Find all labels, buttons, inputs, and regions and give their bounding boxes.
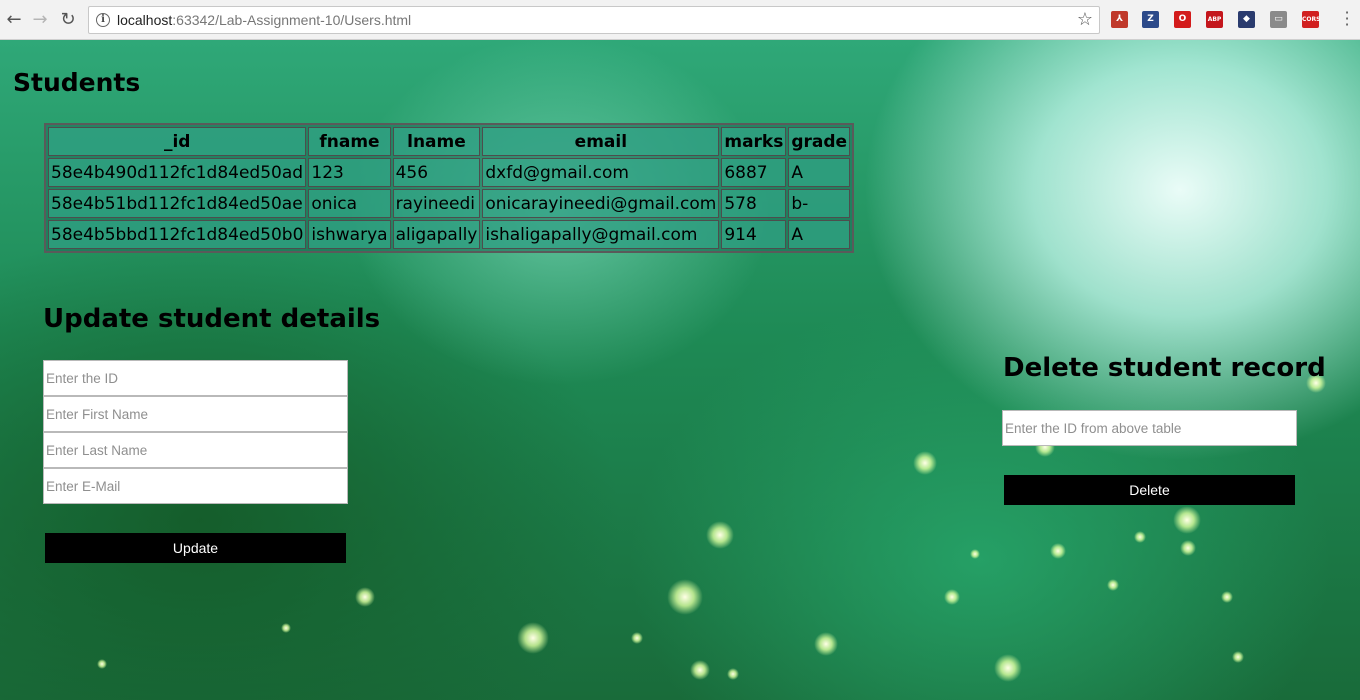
table-cell-lname: aligapally — [392, 220, 481, 249]
update-button[interactable]: Update — [45, 533, 346, 563]
cors-icon[interactable]: CORS — [1302, 11, 1320, 28]
table-cell-marks: 6887 — [721, 158, 787, 187]
sparkle — [944, 589, 960, 605]
column-header-fname: fname — [308, 127, 391, 156]
sparkle — [1221, 591, 1233, 603]
sparkle — [1050, 543, 1066, 559]
back-arrow-icon[interactable]: ← — [2, 8, 26, 32]
students-table: _id fname lname email marks grade 58e4b490d11… — [44, 123, 855, 253]
sparkle — [994, 654, 1022, 682]
update-last-name-input[interactable] — [43, 432, 348, 468]
column-header-marks: marks — [721, 127, 787, 156]
update-email-input[interactable] — [43, 468, 348, 504]
table-cell-fname: onica — [308, 189, 391, 218]
address-url[interactable]: localhost:63342/Lab-Assignment-10/Users.… — [117, 12, 411, 28]
column-header-grade: grade — [788, 127, 851, 156]
delete-heading: Delete student record — [1003, 353, 1326, 383]
table-row: 58e4b490d112fc1d84ed50ad 123 456 dxfd@gmail… — [48, 158, 851, 187]
update-id-input[interactable] — [43, 360, 348, 396]
sparkle — [1173, 506, 1201, 534]
table-cell-fname: 123 — [308, 158, 391, 187]
sparkle — [970, 549, 980, 559]
table-cell-lname: 456 — [392, 158, 481, 187]
url-host: localhost — [117, 12, 173, 28]
update-first-name-input[interactable] — [43, 396, 348, 432]
delete-button[interactable]: Delete — [1004, 475, 1295, 505]
sparkle — [1134, 531, 1146, 543]
students-heading: Students — [13, 68, 141, 97]
sparkle — [814, 632, 838, 656]
delete-id-input[interactable] — [1002, 410, 1297, 446]
table-cell-id: 58e4b51bd112fc1d84ed50ae — [48, 189, 307, 218]
column-header-id: _id — [48, 127, 307, 156]
page-content: Students _id fname lname email marks grade 58… — [0, 40, 1360, 700]
table-cell-id: 58e4b490d112fc1d84ed50ad — [48, 158, 307, 187]
sparkle — [1180, 540, 1196, 556]
column-header-email: email — [482, 127, 720, 156]
forward-arrow-icon[interactable]: → — [28, 8, 52, 32]
adblock-plus-icon[interactable]: ABP — [1206, 11, 1223, 28]
table-cell-id: 58e4b5bbd112fc1d84ed50b0 — [48, 220, 307, 249]
table-cell-email: dxfd@gmail.com — [482, 158, 720, 187]
table-cell-grade: A — [788, 158, 851, 187]
sparkle — [517, 622, 549, 654]
sparkle — [281, 623, 291, 633]
opera-icon[interactable]: O — [1174, 11, 1191, 28]
update-heading: Update student details — [43, 304, 381, 334]
table-cell-grade: A — [788, 220, 851, 249]
sparkle — [727, 668, 739, 680]
acrobat-icon[interactable]: ⅄ — [1111, 11, 1128, 28]
table-cell-marks: 578 — [721, 189, 787, 218]
column-header-lname: lname — [392, 127, 481, 156]
table-cell-fname: ishwarya — [308, 220, 391, 249]
url-path: :63342/Lab-Assignment-10/Users.html — [172, 12, 412, 28]
sparkle — [97, 659, 107, 669]
table-cell-email: ishaligapally@gmail.com — [482, 220, 720, 249]
browser-toolbar: ← → ↻ i localhost:63342/Lab-Assignment-1… — [0, 0, 1360, 40]
table-cell-marks: 914 — [721, 220, 787, 249]
sparkle — [631, 632, 643, 644]
extension-gray-icon[interactable]: ▭ — [1270, 11, 1287, 28]
table-body: 58e4b490d112fc1d84ed50ad 123 456 dxfd@gmail… — [48, 158, 851, 249]
address-bar[interactable]: i localhost:63342/Lab-Assignment-10/User… — [88, 6, 1100, 34]
info-icon[interactable]: i — [96, 13, 110, 27]
table-cell-email: onicarayineedi@gmail.com — [482, 189, 720, 218]
table-header-row: _id fname lname email marks grade — [48, 127, 851, 156]
table-row: 58e4b5bbd112fc1d84ed50b0 ishwarya aligapal… — [48, 220, 851, 249]
sparkle — [706, 521, 734, 549]
sparkle — [1232, 651, 1244, 663]
sparkle — [913, 451, 937, 475]
table-row: 58e4b51bd112fc1d84ed50ae onica rayineedi on… — [48, 189, 851, 218]
sparkle — [1107, 579, 1119, 591]
reload-icon[interactable]: ↻ — [56, 8, 80, 32]
sparkle — [667, 579, 703, 615]
zotero-icon[interactable]: Z — [1142, 11, 1159, 28]
sparkle — [690, 660, 710, 680]
bookmark-star-icon[interactable]: ☆ — [1077, 9, 1093, 30]
menu-dots-icon[interactable]: · · · — [1344, 5, 1350, 33]
extension-icon[interactable]: ◆ — [1238, 11, 1255, 28]
table-cell-lname: rayineedi — [392, 189, 481, 218]
table-cell-grade: b- — [788, 189, 851, 218]
sparkle — [355, 587, 375, 607]
